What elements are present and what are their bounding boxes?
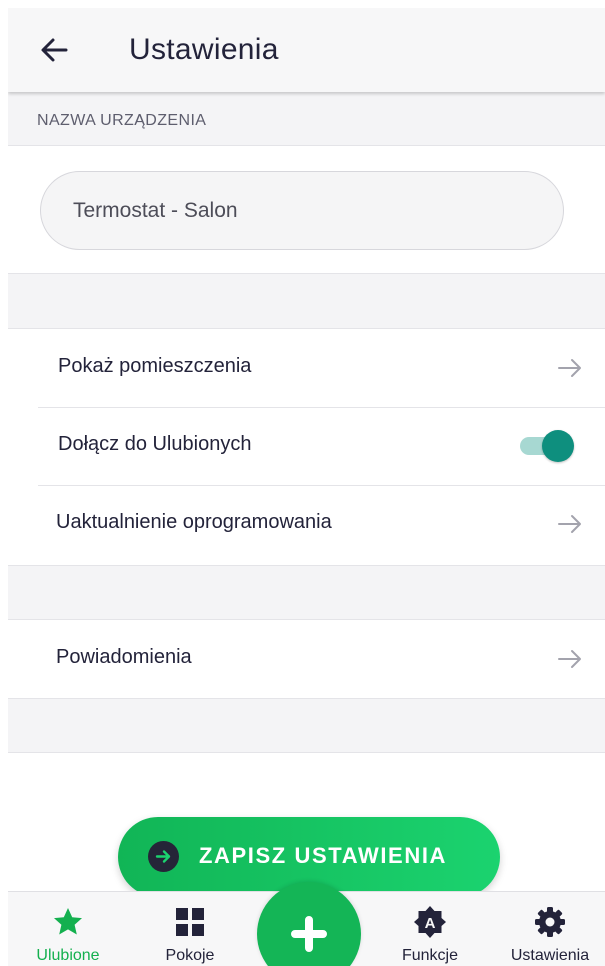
arrow-right-icon xyxy=(558,515,581,533)
device-name-section-header: NAZWA URZĄDZENIA xyxy=(8,92,605,146)
back-button[interactable] xyxy=(34,30,74,70)
settings-group-1: Pokaż pomieszczenia Dołącz do Ulubionych… xyxy=(8,329,605,563)
row-firmware-update[interactable]: Uaktualnienie oprogramowania xyxy=(8,485,605,563)
settings-group-2: Powiadomienia xyxy=(8,620,605,698)
nav-favorites[interactable]: Ulubione xyxy=(16,892,120,966)
row-notifications[interactable]: Powiadomienia xyxy=(8,620,605,698)
row-label: Powiadomienia xyxy=(56,646,192,668)
nav-settings[interactable]: Ustawienia xyxy=(498,892,602,966)
toggle-thumb xyxy=(542,430,574,462)
group-spacer xyxy=(8,698,605,753)
arrow-right-icon xyxy=(558,359,581,377)
row-label: Pokaż pomieszczenia xyxy=(58,355,252,377)
nav-label: Pokoje xyxy=(165,947,215,964)
nav-functions[interactable]: A Funkcje xyxy=(378,892,482,966)
device-name-block xyxy=(8,146,605,274)
row-label: Uaktualnienie oprogramowania xyxy=(56,511,332,533)
plus-icon xyxy=(291,916,327,952)
grid-icon xyxy=(176,908,204,936)
nav-label: Funkcje xyxy=(401,947,459,964)
badge-a-icon: A xyxy=(414,906,446,938)
svg-text:A: A xyxy=(425,915,436,932)
save-button-label: ZAPISZ USTAWIENIA xyxy=(199,843,448,868)
device-name-input[interactable] xyxy=(40,171,564,250)
row-add-to-favorites: Dołącz do Ulubionych xyxy=(8,407,605,485)
nav-rooms[interactable]: Pokoje xyxy=(138,892,242,966)
app-bar: Ustawienia xyxy=(8,8,605,92)
star-icon xyxy=(54,908,82,935)
section-label: NAZWA URZĄDZENIA xyxy=(37,112,207,129)
page-title: Ustawienia xyxy=(129,33,279,66)
row-show-rooms[interactable]: Pokaż pomieszczenia xyxy=(8,329,605,407)
favorites-toggle[interactable] xyxy=(520,430,574,462)
gear-icon xyxy=(535,907,565,937)
row-label: Dołącz do Ulubionych xyxy=(58,433,252,455)
arrow-left-icon xyxy=(41,38,68,62)
nav-label: Ulubione xyxy=(36,947,100,964)
arrow-circle-right-icon xyxy=(148,841,179,872)
group-spacer xyxy=(8,274,605,329)
group-spacer xyxy=(8,565,605,620)
arrow-right-icon xyxy=(558,650,581,668)
settings-screen: Ustawienia NAZWA URZĄDZENIA Pokaż pomies… xyxy=(8,8,605,966)
nav-label: Ustawienia xyxy=(510,947,590,964)
